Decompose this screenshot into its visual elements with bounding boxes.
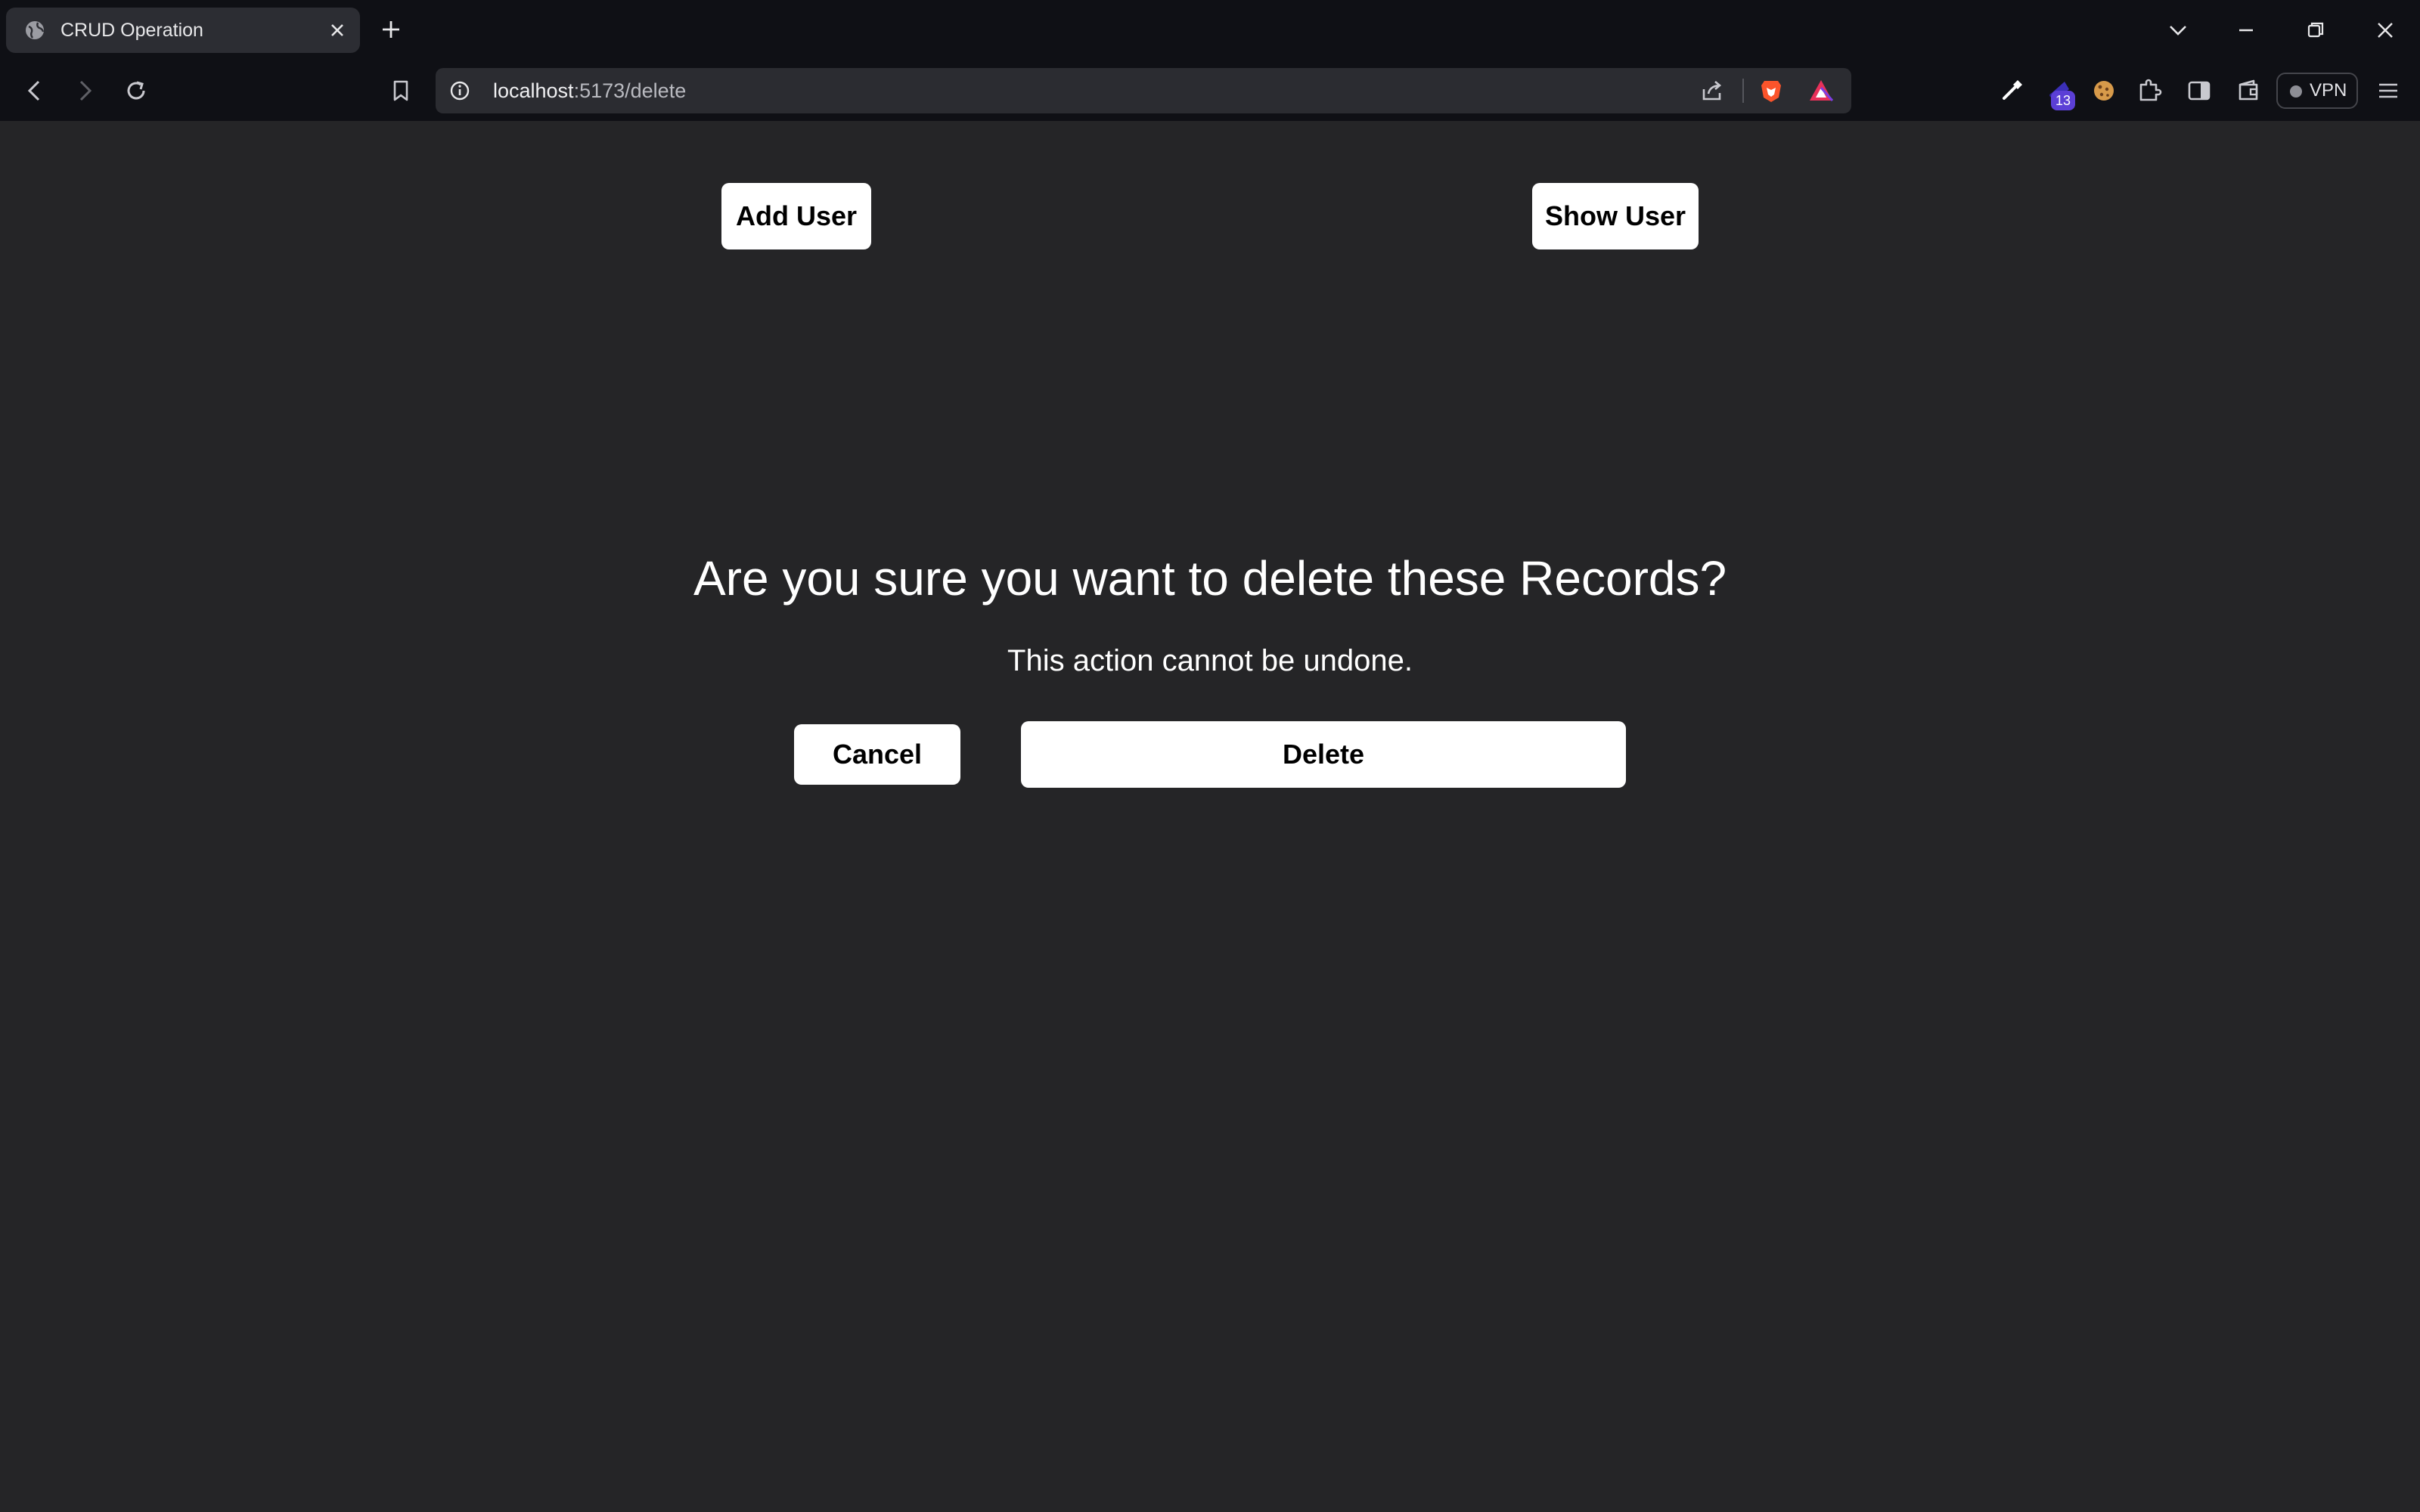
brave-lion-icon[interactable] bbox=[1758, 77, 1785, 104]
show-user-button[interactable]: Show User bbox=[1532, 183, 1699, 249]
browser-tab[interactable]: CRUD Operation bbox=[6, 8, 360, 53]
sidebar-icon[interactable] bbox=[2184, 76, 2214, 106]
reload-icon[interactable] bbox=[121, 76, 151, 106]
forward-arrow-icon[interactable] bbox=[70, 76, 100, 106]
delete-button[interactable]: Delete bbox=[1021, 721, 1626, 788]
info-icon[interactable] bbox=[448, 79, 472, 103]
url-text[interactable]: localhost:5173/delete bbox=[493, 68, 686, 113]
extension-badge: 13 bbox=[2051, 91, 2075, 110]
chevron-down-icon[interactable] bbox=[2166, 18, 2190, 42]
confirm-heading: Are you sure you want to delete these Re… bbox=[693, 551, 1727, 606]
plus-icon[interactable] bbox=[380, 18, 402, 41]
vpn-label: VPN bbox=[2310, 80, 2347, 101]
add-user-button[interactable]: Add User bbox=[721, 183, 871, 249]
rewards-triangle-icon[interactable] bbox=[1807, 77, 1835, 104]
hamburger-menu-icon[interactable] bbox=[2373, 76, 2403, 106]
url-path: :5173/delete bbox=[573, 79, 687, 102]
address-bar[interactable]: localhost:5173/delete bbox=[436, 68, 1851, 113]
url-host: localhost bbox=[493, 79, 574, 102]
puzzle-icon[interactable] bbox=[2134, 76, 2164, 106]
wallet-icon[interactable] bbox=[2234, 76, 2264, 106]
globe-icon bbox=[26, 21, 45, 39]
restore-icon[interactable] bbox=[2304, 18, 2328, 42]
cookie-icon[interactable] bbox=[2089, 76, 2119, 106]
vpn-status-icon bbox=[2290, 85, 2302, 98]
close-icon[interactable] bbox=[2373, 18, 2397, 42]
divider bbox=[1742, 79, 1744, 103]
close-icon[interactable] bbox=[327, 20, 348, 41]
eyedropper-icon[interactable] bbox=[1996, 76, 2027, 106]
back-arrow-icon[interactable] bbox=[20, 76, 50, 106]
confirm-subtext: This action cannot be undone. bbox=[1007, 644, 1413, 677]
minimize-icon[interactable] bbox=[2234, 18, 2258, 42]
bookmark-icon[interactable] bbox=[386, 76, 416, 106]
vpn-button[interactable]: VPN bbox=[2276, 73, 2358, 109]
share-icon[interactable] bbox=[1699, 77, 1726, 104]
tab-title: CRUD Operation bbox=[60, 20, 203, 41]
cancel-button[interactable]: Cancel bbox=[794, 724, 960, 785]
title-bar: CRUD Operation bbox=[0, 0, 2420, 60]
